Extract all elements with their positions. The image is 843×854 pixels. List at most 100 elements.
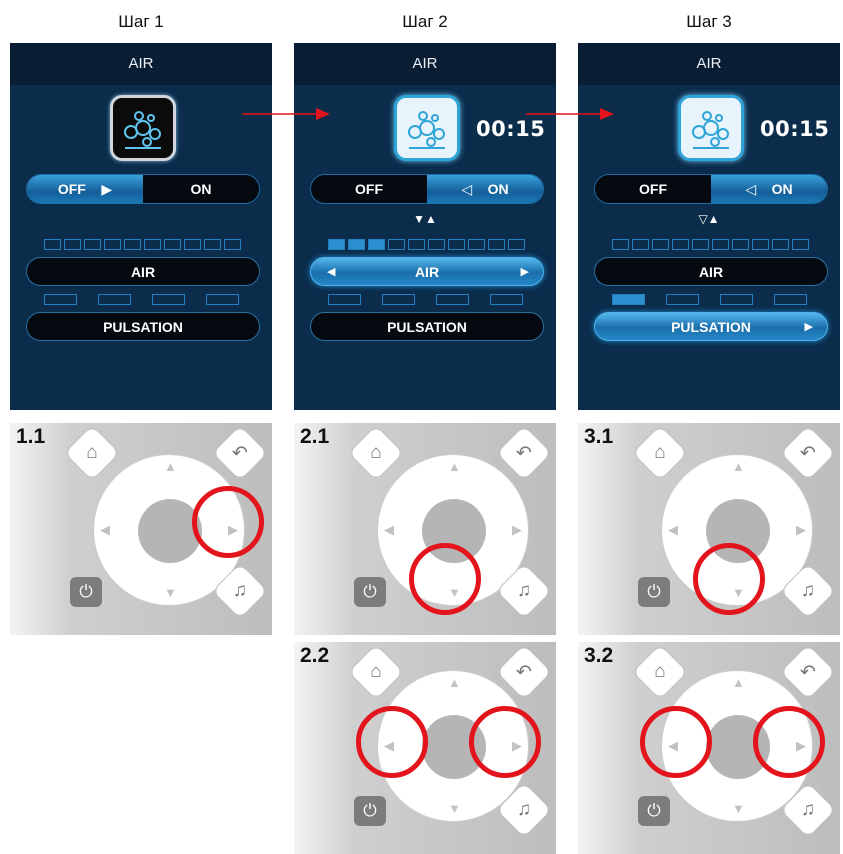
- step-1-title: Шаг 1: [118, 12, 164, 31]
- dpad-left-icon[interactable]: ◀: [384, 522, 394, 538]
- highlight-left-circle: [640, 706, 712, 778]
- right-arrow-icon: ▶: [804, 321, 813, 333]
- air-level-indicator: [612, 239, 809, 250]
- dpad-left-icon[interactable]: ◀: [100, 522, 110, 538]
- highlight-right-circle: [753, 706, 825, 778]
- highlight-right-circle: [469, 706, 541, 778]
- remote-2-1: 2.1 ▲ ▼ ◀ ▶ ⌂ ↶ ♫ ⏻: [294, 423, 556, 635]
- air-level-indicator: [44, 239, 241, 250]
- screen-step-1: AIR OFF ▶ ON AIR PULSATION: [10, 43, 272, 410]
- dpad-up-icon[interactable]: ▲: [732, 675, 745, 690]
- home-button[interactable]: ⌂: [347, 424, 405, 482]
- power-toggle[interactable]: OFF ◁ ON: [594, 174, 828, 204]
- remote-label: 3.1: [584, 425, 614, 448]
- home-button[interactable]: ⌂: [347, 643, 405, 701]
- dpad-up-icon[interactable]: ▲: [448, 459, 461, 474]
- remote-1-1: 1.1 ▲ ▼ ◀ ▶ ⌂ ↶ ♫ ⏻: [10, 423, 272, 635]
- pulsation-button[interactable]: PULSATION: [310, 312, 544, 341]
- power-toggle[interactable]: OFF ◁ ON: [310, 174, 544, 204]
- toggle-on-segment[interactable]: ◁ ON: [427, 175, 543, 203]
- power-icon: ⏻: [79, 582, 93, 601]
- back-button[interactable]: ↶: [779, 424, 837, 482]
- music-button[interactable]: ♫: [211, 562, 269, 620]
- air-button[interactable]: AIR: [26, 257, 260, 286]
- home-button[interactable]: ⌂: [631, 643, 689, 701]
- dpad-right-icon[interactable]: ▶: [796, 522, 806, 538]
- power-toggle[interactable]: OFF ▶ ON: [26, 174, 260, 204]
- remote-label: 1.1: [16, 425, 46, 448]
- pulsation-level-indicator: [612, 294, 807, 305]
- dpad-left-icon[interactable]: ◀: [668, 522, 678, 538]
- dpad-up-icon[interactable]: ▲: [732, 459, 745, 474]
- power-icon: ⏻: [363, 582, 377, 601]
- timer-display: 00:15: [760, 117, 830, 141]
- home-icon: ⌂: [654, 442, 666, 463]
- back-icon: ↶: [516, 442, 532, 464]
- dpad-up-icon[interactable]: ▲: [164, 459, 177, 474]
- remote-label: 3.2: [584, 644, 614, 667]
- dpad-down-icon[interactable]: ▼: [448, 801, 461, 816]
- toggle-off-segment[interactable]: OFF: [595, 175, 711, 203]
- toggle-on-segment[interactable]: ◁ ON: [711, 175, 827, 203]
- air-button[interactable]: AIR: [594, 257, 828, 286]
- power-button[interactable]: ⏻: [354, 796, 386, 826]
- back-icon: ↶: [800, 442, 816, 464]
- pulsation-button[interactable]: PULSATION: [26, 312, 260, 341]
- back-button[interactable]: ↶: [495, 424, 553, 482]
- dpad-right-icon[interactable]: ▶: [512, 522, 522, 538]
- screen-step-3: AIR 00:15 OFF ◁ ON ▽▲ AIR PULSATION ▶: [578, 43, 840, 410]
- air-button[interactable]: ◀ AIR ▶: [310, 257, 544, 286]
- dpad-up-icon[interactable]: ▲: [448, 675, 461, 690]
- back-icon: ↶: [800, 661, 816, 683]
- step-3-title: Шаг 3: [686, 12, 732, 31]
- music-button[interactable]: ♫: [495, 781, 553, 839]
- level-arrows: ▽▲: [698, 212, 720, 226]
- music-button[interactable]: ♫: [779, 781, 837, 839]
- music-icon: ♫: [516, 580, 532, 601]
- highlight-right-circle: [192, 486, 264, 558]
- power-button[interactable]: ⏻: [70, 577, 102, 607]
- power-button[interactable]: ⏻: [354, 577, 386, 607]
- power-button[interactable]: ⏻: [638, 577, 670, 607]
- level-arrows: ▼▲: [413, 212, 437, 226]
- pulsation-level-indicator: [328, 294, 523, 305]
- dpad-down-icon[interactable]: ▼: [164, 585, 177, 600]
- toggle-on-segment[interactable]: ON: [143, 175, 259, 203]
- bubbles-icon: [110, 95, 176, 161]
- music-icon: ♫: [800, 580, 816, 601]
- music-icon: ♫: [516, 799, 532, 820]
- remote-2-2: 2.2 ▲ ▼ ◀ ▶ ⌂ ↶ ♫ ⏻: [294, 642, 556, 854]
- remote-3-1: 3.1 ▲ ▼ ◀ ▶ ⌂ ↶ ♫ ⏻: [578, 423, 840, 635]
- right-arrow-icon: ▶: [520, 266, 529, 278]
- pulsation-button[interactable]: PULSATION ▶: [594, 312, 828, 341]
- pulsation-level-indicator: [44, 294, 239, 305]
- highlight-left-circle: [356, 706, 428, 778]
- dpad-down-icon[interactable]: ▼: [732, 801, 745, 816]
- screen-header: AIR: [578, 43, 840, 85]
- air-level-indicator: [328, 239, 525, 250]
- step-2-title: Шаг 2: [402, 12, 448, 31]
- music-button[interactable]: ♫: [495, 562, 553, 620]
- power-button[interactable]: ⏻: [638, 796, 670, 826]
- toggle-off-segment[interactable]: OFF ▶: [27, 175, 143, 203]
- home-icon: ⌂: [370, 442, 382, 463]
- home-button[interactable]: ⌂: [63, 424, 121, 482]
- power-icon: ⏻: [363, 801, 377, 820]
- home-icon: ⌂: [86, 442, 98, 463]
- remote-label: 2.2: [300, 644, 330, 667]
- back-icon: ↶: [232, 442, 248, 464]
- back-icon: ↶: [516, 661, 532, 683]
- music-icon: ♫: [232, 580, 248, 601]
- back-button[interactable]: ↶: [211, 424, 269, 482]
- bubbles-icon: [394, 95, 460, 161]
- home-button[interactable]: ⌂: [631, 424, 689, 482]
- highlight-down-circle: [409, 543, 481, 615]
- screen-header: AIR: [294, 43, 556, 85]
- power-icon: ⏻: [647, 582, 661, 601]
- screen-step-2: AIR 00:15 OFF ◁ ON ▼▲ ◀ AIR ▶ PULSATION: [294, 43, 556, 410]
- remote-3-2: 3.2 ▲ ▼ ◀ ▶ ⌂ ↶ ♫ ⏻: [578, 642, 840, 854]
- music-button[interactable]: ♫: [779, 562, 837, 620]
- remote-label: 2.1: [300, 425, 330, 448]
- bubbles-icon: [678, 95, 744, 161]
- toggle-off-segment[interactable]: OFF: [311, 175, 427, 203]
